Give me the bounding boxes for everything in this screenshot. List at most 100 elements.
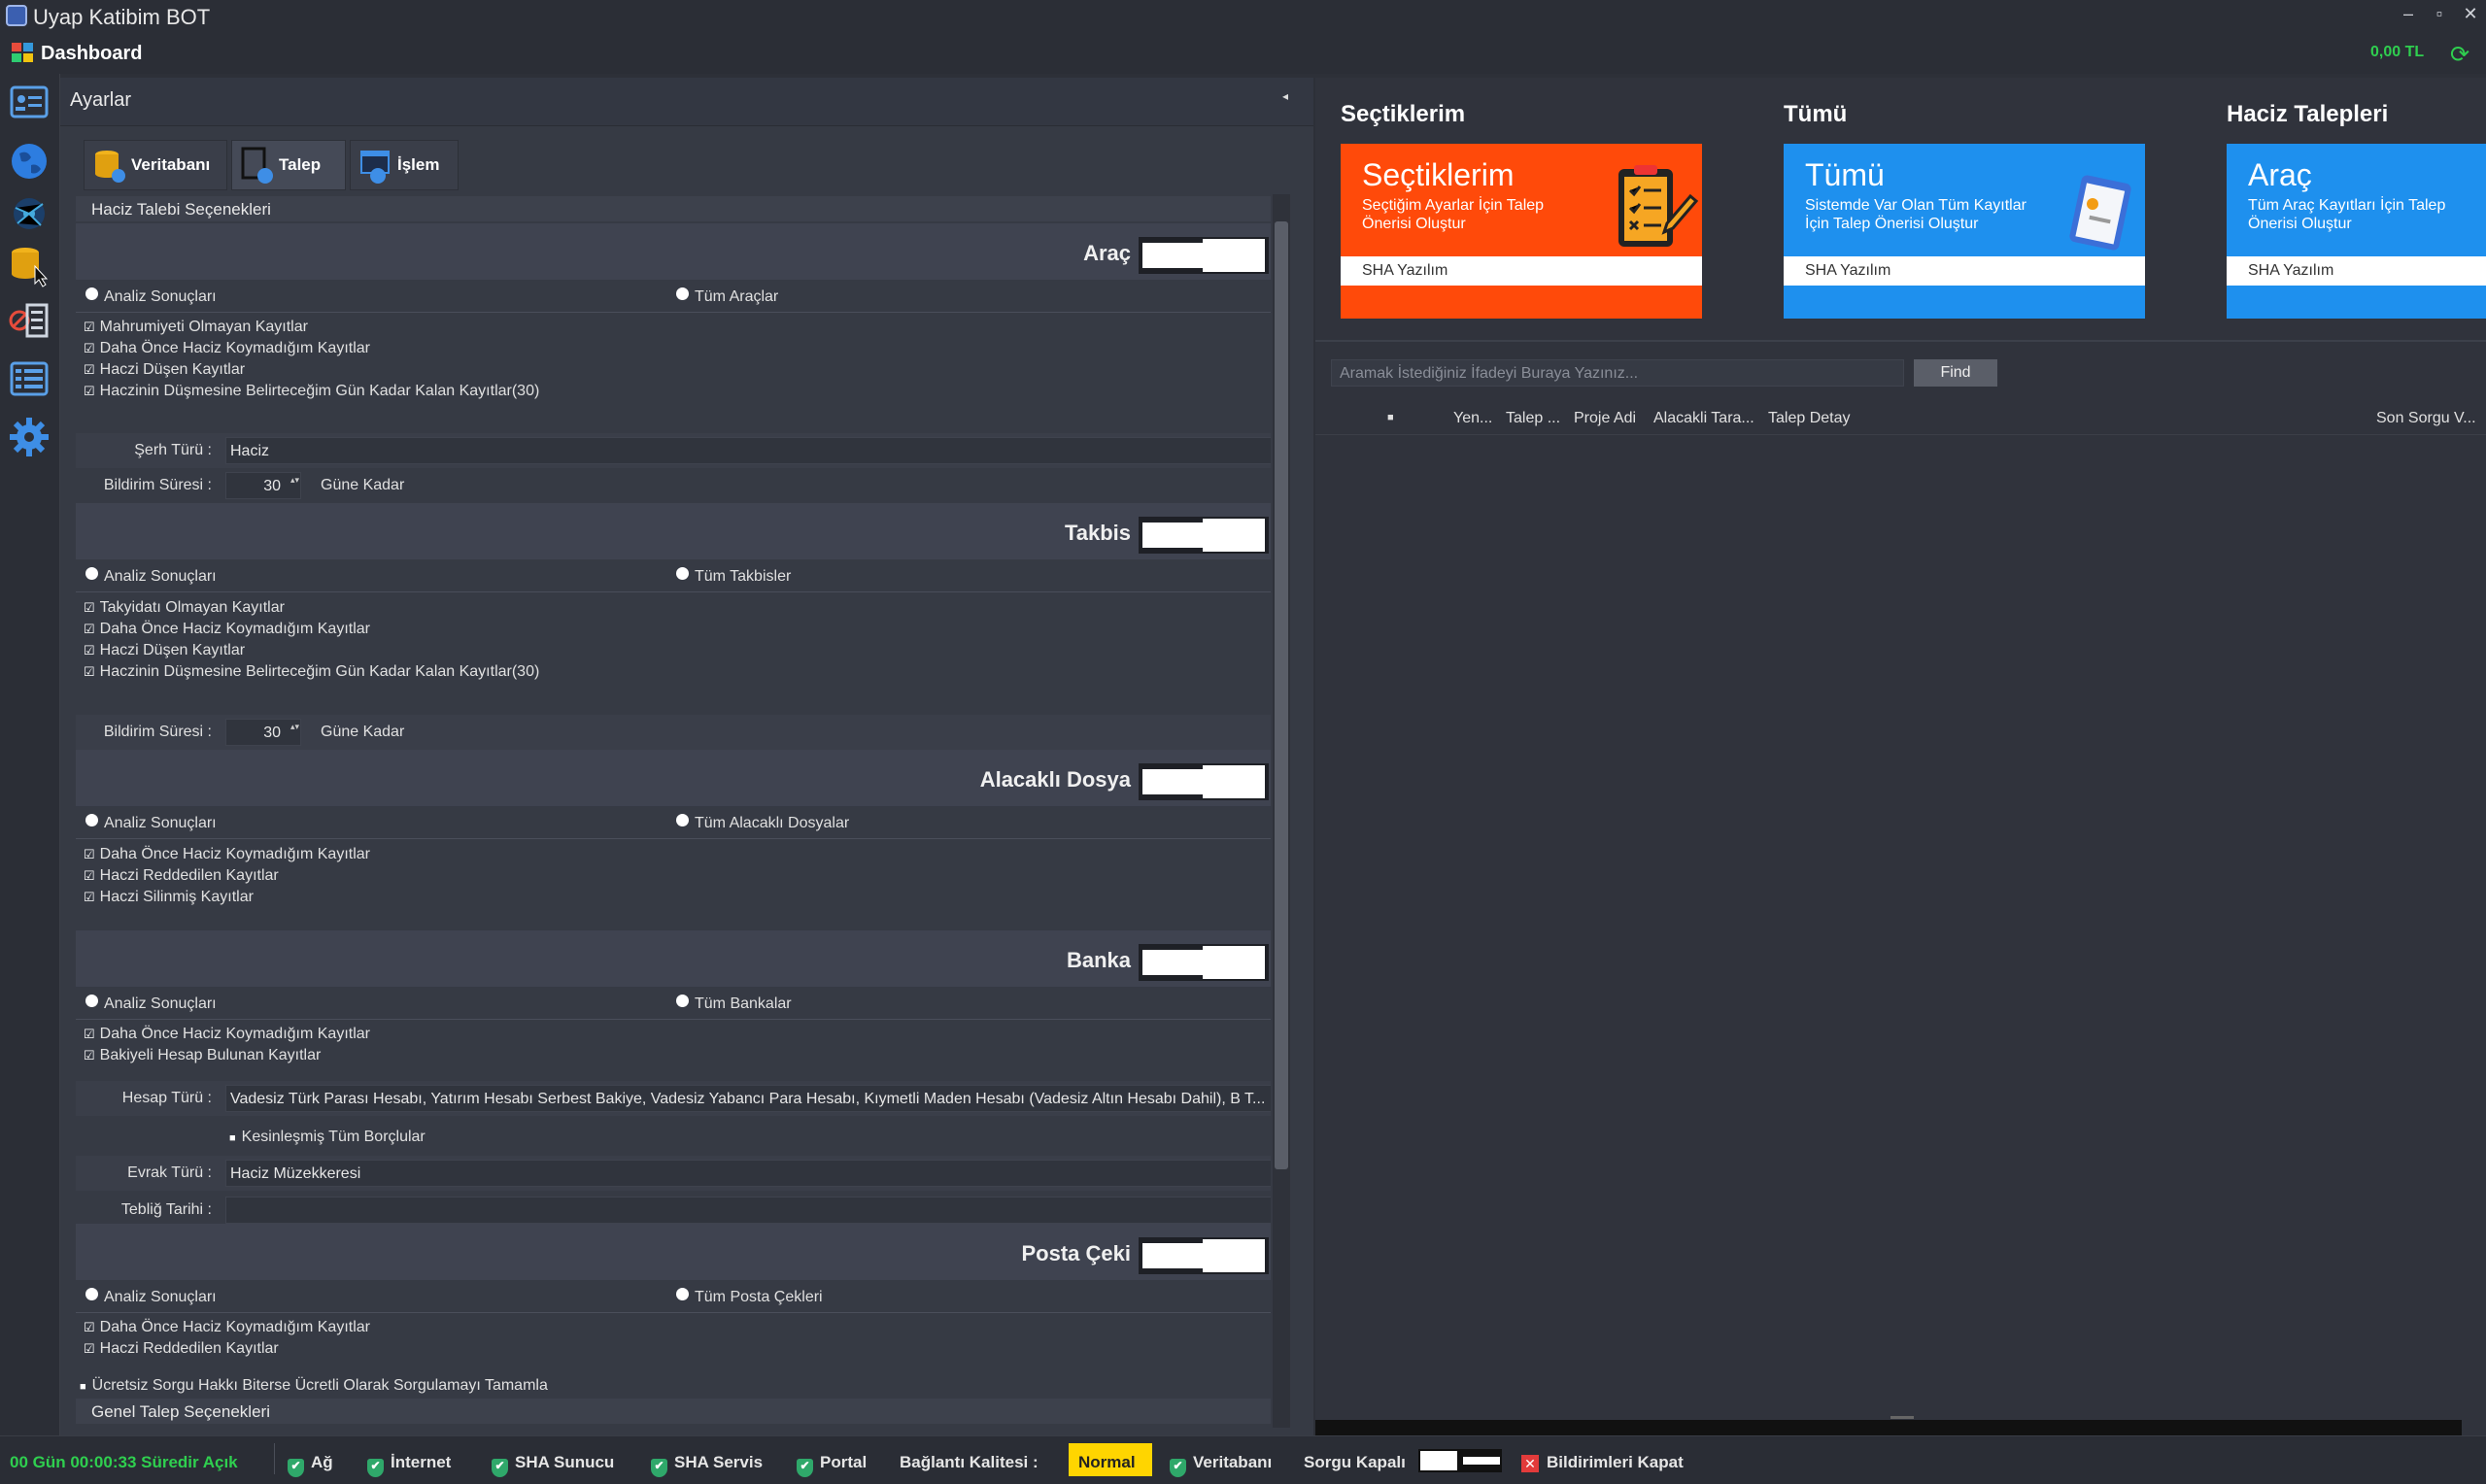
grid-horizontal-scrollbar[interactable] <box>1315 1420 2462 1435</box>
takbis-check-4[interactable]: Haczinin Düşmesine Belirteceğim Gün Kada… <box>84 663 540 681</box>
serh-turu-label: Şerh Türü : <box>134 442 212 458</box>
alacakli-check-3[interactable]: Haczi Silinmiş Kayıtlar <box>84 889 254 906</box>
restore-button[interactable]: ▫ <box>2427 4 2452 24</box>
select-all-checkbox[interactable]: ■ <box>1387 412 1394 423</box>
alacakli-header: Alacaklı Dosya <box>76 750 1271 806</box>
settings-scroll-thumb[interactable] <box>1275 221 1288 1169</box>
alacakli-radio-analiz[interactable]: Analiz Sonuçları <box>85 814 217 832</box>
takbis-radio-analiz[interactable]: Analiz Sonuçları <box>85 567 217 586</box>
posta-check-1[interactable]: Daha Önce Haciz Koymadığım Kayıtlar <box>84 1319 370 1336</box>
arac-check-4[interactable]: Haczinin Düşmesine Belirteceğim Gün Kada… <box>84 383 540 400</box>
tab-label: Talep <box>279 155 322 174</box>
arac-toggle[interactable] <box>1139 237 1269 274</box>
banka-check-1[interactable]: Daha Önce Haciz Koymadığım Kayıtlar <box>84 1026 370 1043</box>
uptime-status: 00 Gün 00:00:33 Süredir Açık <box>10 1453 238 1471</box>
banka-header: Banka <box>76 930 1271 987</box>
banka-radio-tum[interactable]: Tüm Bankalar <box>676 995 792 1013</box>
takbis-check-2[interactable]: Daha Önce Haciz Koymadığım Kayıtlar <box>84 621 370 638</box>
evrak-turu-label: Evrak Türü : <box>127 1164 212 1181</box>
column-header[interactable]: Talep Detay <box>1768 410 1851 427</box>
hesap-turu-row: Hesap Türü : Vadesiz Türk Parası Hesabı,… <box>76 1081 1271 1116</box>
hesap-turu-select[interactable]: Vadesiz Türk Parası Hesabı, Yatırım Hesa… <box>225 1085 1271 1112</box>
alacakli-check-1[interactable]: Daha Önce Haciz Koymadığım Kayıtlar <box>84 846 370 863</box>
list-icon[interactable] <box>6 355 52 402</box>
column-header[interactable]: Alacakli Tara... <box>1653 410 1754 427</box>
column-header[interactable]: Talep ... <box>1506 410 1560 427</box>
database-icon[interactable] <box>6 241 52 287</box>
bildirim-label: Bildirim Süresi : <box>103 724 212 740</box>
bildirim-label: Bildirim Süresi : <box>103 477 212 493</box>
banka-title: Banka <box>1066 948 1131 972</box>
bildirim-unit: Güne Kadar <box>321 477 405 493</box>
alacakli-radio-tum[interactable]: Tüm Alacaklı Dosyalar <box>676 814 849 832</box>
clipboard-icon <box>2069 175 2131 251</box>
tile-tumu[interactable]: Tümü Sistemde Var Olan Tüm Kayıtlar İçin… <box>1784 144 2145 319</box>
tab-veritabani[interactable]: Veritabanı <box>84 140 227 190</box>
tile-arac[interactable]: Araç Tüm Araç Kayıtları İçin Talep Öneri… <box>2227 144 2486 319</box>
alacakli-toggle[interactable] <box>1139 763 1269 800</box>
settings-header <box>60 78 1313 126</box>
alacakli-check-2[interactable]: Haczi Reddedilen Kayıtlar <box>84 867 279 885</box>
posta-header: Posta Çeki <box>76 1224 1271 1280</box>
banka-check-2[interactable]: Bakiyeli Hesap Bulunan Kayıtlar <box>84 1047 322 1064</box>
grid-header: ■ Yen... Talep ... Proje Adi Alacakli Ta… <box>1315 402 2486 435</box>
refresh-icon[interactable]: ⟳ <box>2450 41 2469 69</box>
banka-radio-analiz[interactable]: Analiz Sonuçları <box>85 995 217 1013</box>
evrak-turu-row: Evrak Türü : Haciz Müzekkeresi <box>76 1156 1271 1191</box>
takbis-radio-tum[interactable]: Tüm Takbisler <box>676 567 791 586</box>
column-header[interactable]: Proje Adi <box>1574 410 1636 427</box>
takbis-bildirim-spinner[interactable]: 30 <box>225 719 301 746</box>
posta-toggle[interactable] <box>1139 1237 1269 1274</box>
portal-status: Portal <box>797 1453 867 1477</box>
arac-bildirim-row: Bildirim Süresi : 30 Güne Kadar <box>76 468 1271 503</box>
close-notifications-icon[interactable]: ✕ <box>1521 1455 1539 1472</box>
arac-bildirim-spinner[interactable]: 30 <box>225 472 301 499</box>
teblig-tarihi-label: Tebliğ Tarihi : <box>120 1201 212 1218</box>
ucretsiz-sorgu-checkbox[interactable]: Ücretsiz Sorgu Hakkı Biterse Ücretli Ola… <box>80 1377 548 1395</box>
checklist-icon[interactable] <box>6 297 52 344</box>
arac-radio-tum[interactable]: Tüm Araçlar <box>676 287 778 306</box>
kesinlesmis-checkbox[interactable]: Kesinleşmiş Tüm Borçlular <box>229 1129 426 1146</box>
takbis-header: Takbis <box>76 503 1271 559</box>
sorgu-toggle[interactable] <box>1418 1449 1502 1472</box>
tab-islem[interactable]: İşlem <box>350 140 459 190</box>
database-icon <box>95 151 125 183</box>
banka-toggle[interactable] <box>1139 944 1269 981</box>
grid-body <box>1315 437 2486 1408</box>
arac-radio-analiz[interactable]: Analiz Sonuçları <box>85 287 217 306</box>
tile-sectiklerim[interactable]: Seçtiklerim Seçtiğim Ayarlar İçin Talep … <box>1341 144 1702 319</box>
globe-icon[interactable] <box>6 138 52 185</box>
posta-radio-analiz[interactable]: Analiz Sonuçları <box>85 1288 217 1306</box>
tile-subtitle: Sistemde Var Olan Tüm Kayıtlar İçin Tale… <box>1805 197 2026 232</box>
sha-sunucu-status: SHA Sunucu <box>492 1453 614 1477</box>
takbis-check-3[interactable]: Haczi Düşen Kayıtlar <box>84 642 245 659</box>
user-list-icon[interactable] <box>6 80 52 126</box>
arac-check-2[interactable]: Daha Önce Haciz Koymadığım Kayıtlar <box>84 340 370 357</box>
arac-check-3[interactable]: Haczi Düşen Kayıtlar <box>84 361 245 379</box>
takbis-radio-row: Analiz Sonuçları Tüm Takbisler <box>76 559 1271 592</box>
minimize-button[interactable]: – <box>2396 4 2421 24</box>
splitter-handle[interactable] <box>1890 1416 1914 1419</box>
takbis-check-1[interactable]: Takyidatı Olmayan Kayıtlar <box>84 599 285 617</box>
network-icon[interactable] <box>6 190 52 237</box>
bildirimleri-kapat-button[interactable]: Bildirimleri Kapat <box>1547 1453 1684 1472</box>
tab-label: Veritabanı <box>131 155 211 174</box>
arac-check-1[interactable]: Mahrumiyeti Olmayan Kayıtlar <box>84 319 308 336</box>
teblig-tarihi-picker[interactable] <box>225 1197 1271 1224</box>
search-input[interactable]: Aramak İstediğiniz İfadeyi Buraya Yazını… <box>1331 359 1904 387</box>
gear-icon[interactable] <box>6 414 52 460</box>
column-header[interactable]: Yen... <box>1453 410 1492 427</box>
collapse-arrow-icon[interactable]: ◂ <box>1282 89 1288 103</box>
bildirim-unit: Güne Kadar <box>321 724 405 740</box>
find-button[interactable]: Find <box>1914 359 1997 387</box>
column-header[interactable]: Son Sorgu V... <box>2376 410 2476 427</box>
tab-talep[interactable]: Talep <box>231 140 346 190</box>
teblig-tarihi-row: Tebliğ Tarihi : <box>76 1193 1271 1228</box>
close-button[interactable]: ✕ <box>2458 4 2483 24</box>
posta-check-2[interactable]: Haczi Reddedilen Kayıtlar <box>84 1340 279 1358</box>
serh-turu-select[interactable]: Haciz <box>225 437 1271 464</box>
tile-footer-label: SHA Yazılım <box>2248 262 2334 279</box>
evrak-turu-select[interactable]: Haciz Müzekkeresi <box>225 1160 1271 1187</box>
takbis-toggle[interactable] <box>1139 517 1269 554</box>
posta-radio-tum[interactable]: Tüm Posta Çekleri <box>676 1288 823 1306</box>
